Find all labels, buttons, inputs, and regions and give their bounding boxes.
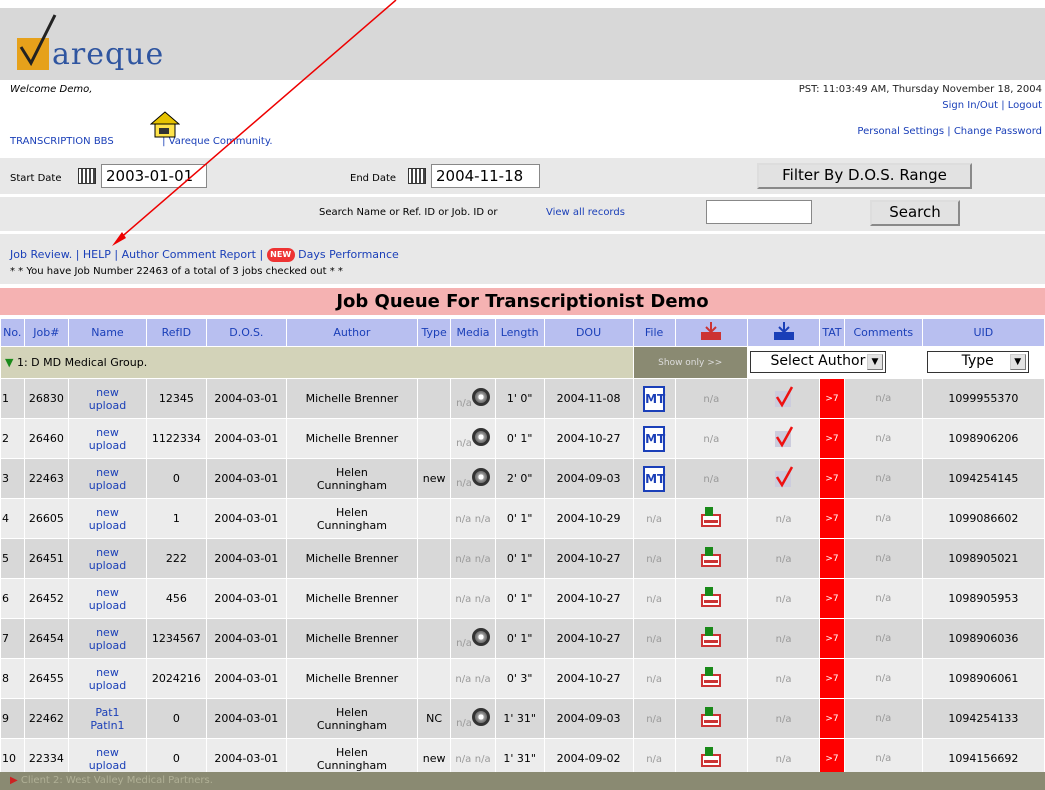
- annotation-arrow: [112, 0, 397, 246]
